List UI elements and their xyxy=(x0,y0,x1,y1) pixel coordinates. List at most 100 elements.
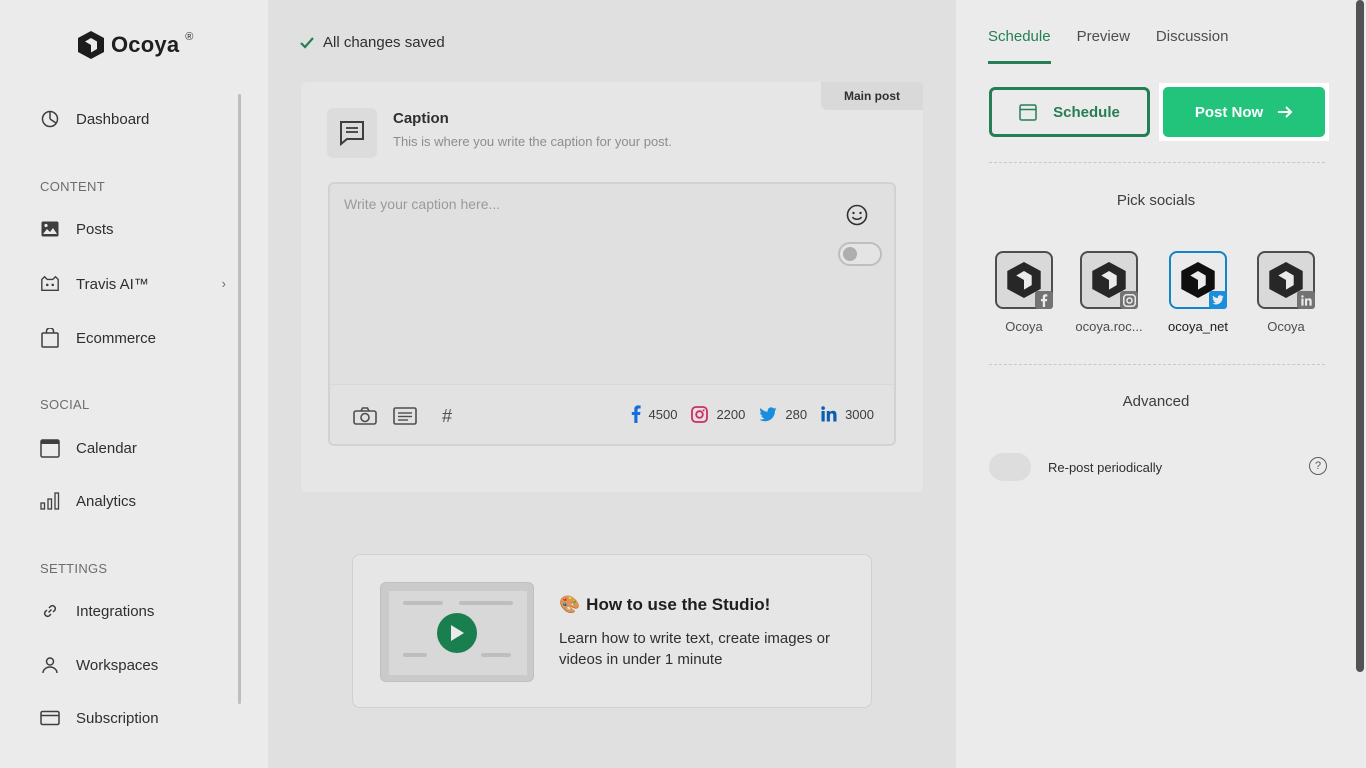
ocoya-logo-icon xyxy=(78,31,104,59)
sidebar-item-label: Travis AI™ xyxy=(76,275,149,293)
sidebar-item-ecommerce[interactable]: Ecommerce xyxy=(40,328,230,348)
tutorial-thumbnail[interactable] xyxy=(380,582,534,682)
character-limits: 4500 2200 280 3000 xyxy=(631,405,874,423)
post-now-label: Post Now xyxy=(1194,103,1264,121)
tab-schedule[interactable]: Schedule xyxy=(988,28,1051,64)
text-block-icon[interactable] xyxy=(392,405,418,427)
linkedin-limit-value: 3000 xyxy=(845,406,874,422)
social-account-linkedin[interactable]: Ocoya xyxy=(1246,251,1326,334)
sidebar-item-analytics[interactable]: Analytics xyxy=(40,491,230,511)
social-account-label: ocoya_net xyxy=(1168,319,1228,334)
section-title-settings: SETTINGS xyxy=(40,561,108,576)
sidebar-item-label: Integrations xyxy=(76,602,155,620)
sidebar-item-workspaces[interactable]: Workspaces xyxy=(40,655,230,675)
sidebar-item-subscription[interactable]: Subscription xyxy=(40,708,230,728)
pick-socials-title: Pick socials xyxy=(1116,192,1196,209)
message-icon xyxy=(340,121,364,147)
sidebar-item-label: Dashboard xyxy=(76,110,150,128)
tutorial-card[interactable]: 🎨 How to use the Studio! Learn how to wr… xyxy=(352,554,872,708)
robot-icon xyxy=(40,274,60,294)
twitter-icon xyxy=(759,406,777,421)
sidebar-item-label: Posts xyxy=(76,220,114,238)
user-icon xyxy=(40,655,60,675)
advanced-title: Advanced xyxy=(1122,393,1190,410)
repost-setting: Re-post periodically ? xyxy=(989,452,1327,482)
analytics-icon xyxy=(40,491,60,511)
brand-name: Ocoya xyxy=(111,32,180,57)
caption-card: Caption This is where you write the capt… xyxy=(301,82,923,492)
caption-subtitle: This is where you write the caption for … xyxy=(393,134,672,149)
tab-preview[interactable]: Preview xyxy=(1077,28,1130,64)
social-avatar xyxy=(1080,251,1138,309)
schedule-button[interactable]: Schedule xyxy=(989,87,1150,137)
emoji-icon[interactable] xyxy=(846,204,868,226)
calendar-icon xyxy=(40,438,60,458)
social-account-twitter[interactable]: ocoya_net xyxy=(1158,251,1238,334)
sidebar-item-label: Calendar xyxy=(76,439,137,457)
caption-icon-box xyxy=(327,108,377,158)
caption-input[interactable] xyxy=(330,184,894,384)
repost-label: Re-post periodically xyxy=(1048,459,1163,475)
sidebar-item-travis-ai[interactable]: Travis AI™ › xyxy=(40,274,230,294)
section-title-social: SOCIAL xyxy=(40,397,90,412)
tab-discussion[interactable]: Discussion xyxy=(1156,28,1229,64)
caption-toggle[interactable] xyxy=(838,242,882,266)
tutorial-description: Learn how to write text, create images o… xyxy=(559,630,830,668)
dashboard-icon xyxy=(40,109,60,129)
camera-icon[interactable] xyxy=(352,405,378,427)
facebook-icon xyxy=(631,405,641,423)
sidebar-item-label: Subscription xyxy=(76,709,159,727)
post-now-button[interactable]: Post Now xyxy=(1163,87,1325,137)
sidebar-item-posts[interactable]: Posts xyxy=(40,219,230,239)
linkedin-limit: 3000 xyxy=(821,406,874,422)
palette-icon: 🎨 xyxy=(559,595,581,614)
caption-title: Caption xyxy=(393,110,449,127)
repost-toggle[interactable] xyxy=(989,453,1031,481)
facebook-limit: 4500 xyxy=(631,405,677,423)
arrow-right-icon xyxy=(1278,106,1293,118)
help-icon[interactable]: ? xyxy=(1309,457,1327,475)
divider xyxy=(989,364,1325,365)
save-status-text: All changes saved xyxy=(323,34,445,51)
thumbnail-bar xyxy=(403,653,427,657)
chevron-right-icon: › xyxy=(221,276,226,291)
sidebar-item-dashboard[interactable]: Dashboard xyxy=(40,109,230,129)
social-avatar xyxy=(1169,251,1227,309)
toggle-knob xyxy=(843,247,857,261)
hashtag-icon[interactable]: # xyxy=(434,405,460,427)
caption-editor: # 4500 2200 280 xyxy=(328,182,896,446)
right-scrollbar[interactable] xyxy=(1356,0,1364,672)
linkedin-icon xyxy=(1297,291,1315,309)
sidebar-item-calendar[interactable]: Calendar xyxy=(40,438,230,458)
facebook-icon xyxy=(1035,291,1053,309)
social-avatar xyxy=(995,251,1053,309)
brand-logo[interactable]: Ocoya ® xyxy=(77,30,193,60)
social-account-label: Ocoya xyxy=(1267,319,1305,334)
play-icon[interactable] xyxy=(437,613,477,653)
card-icon xyxy=(40,708,60,728)
sidebar-item-label: Workspaces xyxy=(76,656,159,674)
social-account-instagram[interactable]: ocoya.roc... xyxy=(1069,251,1149,334)
panel-tabs: Schedule Preview Discussion xyxy=(988,28,1228,64)
instagram-icon xyxy=(1120,291,1138,309)
check-icon xyxy=(300,36,314,49)
calendar-icon xyxy=(1019,104,1037,121)
instagram-limit: 2200 xyxy=(691,405,746,423)
social-avatar xyxy=(1257,251,1315,309)
sidebar-item-label: Ecommerce xyxy=(76,329,157,347)
link-icon xyxy=(40,601,60,621)
sidebar-item-integrations[interactable]: Integrations xyxy=(40,601,230,621)
instagram-limit-value: 2200 xyxy=(716,406,746,422)
editor-area: All changes saved Caption This is where … xyxy=(268,0,956,768)
instagram-icon xyxy=(691,405,709,423)
brand-registered: ® xyxy=(185,31,194,43)
twitter-limit: 280 xyxy=(759,407,807,422)
sidebar-item-label: Analytics xyxy=(76,492,137,510)
sidebar-scrollbar[interactable] xyxy=(238,94,241,704)
thumbnail-bar xyxy=(459,601,513,605)
social-account-facebook[interactable]: Ocoya xyxy=(984,251,1064,334)
thumbnail-bar xyxy=(481,653,511,657)
twitter-limit-value: 280 xyxy=(785,406,808,422)
tutorial-title: 🎨 How to use the Studio! xyxy=(559,595,770,615)
post-now-highlight: Post Now xyxy=(1159,83,1329,141)
